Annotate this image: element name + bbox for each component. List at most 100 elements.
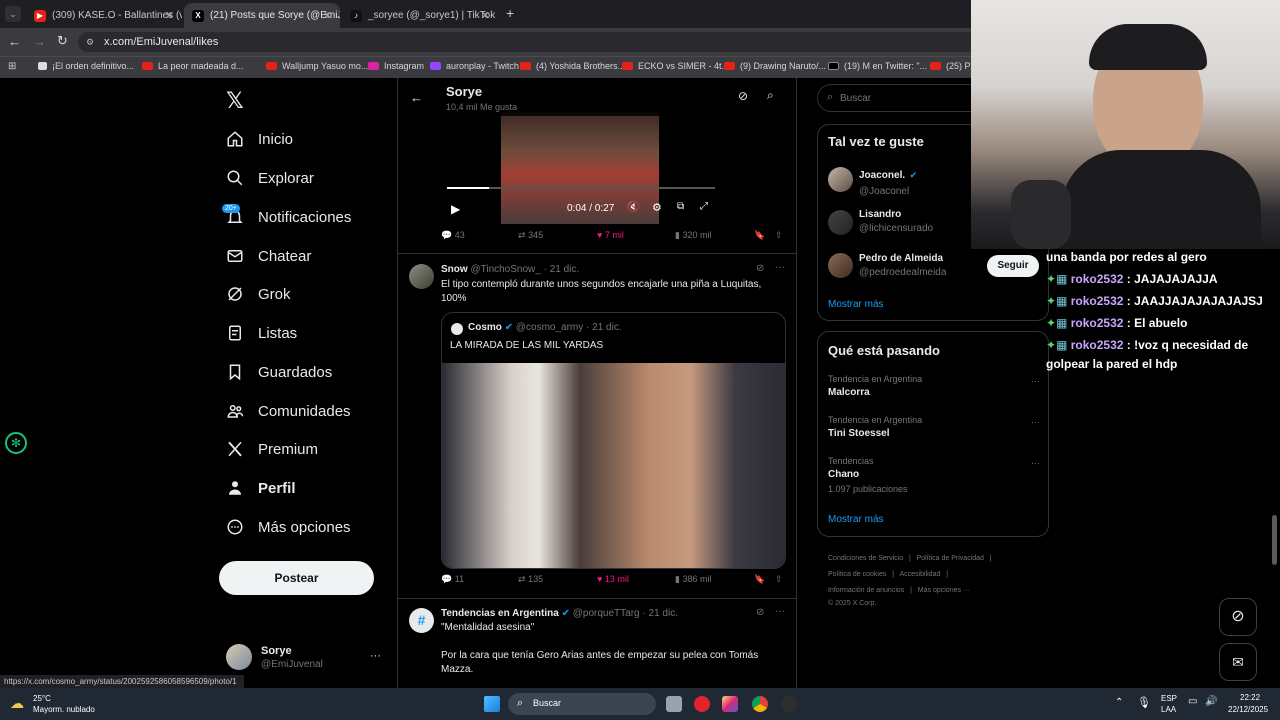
- trend-item[interactable]: Tendencia en Argentina Tini Stoessel ···: [828, 415, 1040, 439]
- more-icon[interactable]: ···: [370, 650, 381, 662]
- suggested-user[interactable]: Pedro de Almeida @pedroedealmeida: [859, 253, 946, 278]
- footer-link[interactable]: Condiciones de Servicio: [828, 555, 903, 562]
- instagram-icon[interactable]: [722, 696, 738, 712]
- reply-button[interactable]: 💬 43: [441, 230, 465, 241]
- bookmark-item[interactable]: La peor madeada d...: [142, 61, 244, 71]
- post-date[interactable]: · 21 dic.: [642, 608, 678, 619]
- tab-tiktok[interactable]: ♪ _soryee (@_sorye1) | TikTok ✕: [342, 3, 498, 28]
- close-tab-icon[interactable]: ✕: [481, 9, 490, 22]
- tab-youtube[interactable]: ▶ (309) KASE.O - Ballantines (vers ✕: [26, 3, 182, 28]
- avatar[interactable]: #: [409, 608, 434, 633]
- show-more-link[interactable]: Mostrar más: [828, 514, 884, 525]
- forward-icon[interactable]: →: [33, 34, 46, 49]
- url-input[interactable]: ⚙ x.com/EmiJuvenal/likes: [78, 32, 978, 52]
- footer-link[interactable]: Política de Privacidad: [917, 555, 984, 562]
- fullscreen-icon[interactable]: ⤢: [700, 201, 708, 212]
- trend-item[interactable]: Tendencias Chano 1.097 publicaciones ···: [828, 456, 1040, 494]
- grok-icon[interactable]: ⊘: [756, 263, 764, 274]
- mute-icon[interactable]: 🔇: [627, 202, 639, 213]
- quoted-post[interactable]: Cosmo ✔ @cosmo_army · 21 dic. LA MIRADA …: [441, 312, 786, 569]
- nav-lists[interactable]: Listas: [226, 318, 297, 348]
- footer-link[interactable]: Más opciones ···: [918, 587, 970, 594]
- nav-more[interactable]: Más opciones: [226, 512, 351, 542]
- nav-home[interactable]: Inicio: [226, 124, 293, 154]
- like-button[interactable]: ♥ 7 mil: [597, 230, 624, 240]
- picture-in-picture-icon[interactable]: ⧉: [677, 201, 684, 212]
- author-name[interactable]: Snow: [441, 264, 468, 275]
- avatar[interactable]: [828, 167, 853, 192]
- avatar[interactable]: [409, 264, 434, 289]
- bookmark-item[interactable]: (19) M en Twitter: "...: [828, 61, 927, 71]
- video-player[interactable]: ▶ 0:04 / 0:27 🔇 ⚙ ⧉ ⤢: [441, 112, 721, 224]
- tray-chevron-icon[interactable]: ⌃: [1115, 697, 1123, 708]
- bookmark-item[interactable]: (9) Drawing Naruto/...: [724, 61, 826, 71]
- more-icon[interactable]: ···: [1031, 458, 1040, 468]
- like-button[interactable]: ♥ 13 mil: [597, 574, 629, 584]
- views-button[interactable]: ▮ 320 mil: [675, 230, 711, 241]
- more-icon[interactable]: ···: [775, 262, 785, 273]
- app-icon[interactable]: [781, 696, 797, 712]
- back-arrow-icon[interactable]: ←: [410, 90, 423, 105]
- avatar[interactable]: [828, 210, 853, 235]
- chatgpt-extension-icon[interactable]: ✻: [5, 432, 27, 454]
- share-icon[interactable]: ⇪: [775, 230, 783, 241]
- search-icon[interactable]: ⌕: [767, 88, 774, 103]
- nav-grok[interactable]: Grok: [226, 279, 291, 309]
- back-icon[interactable]: ←: [8, 34, 21, 49]
- volume-icon[interactable]: 🔊: [1205, 696, 1217, 707]
- grok-icon[interactable]: ⊘: [756, 607, 764, 618]
- suggested-user[interactable]: Joaconel. ✔ @Joaconel: [859, 165, 917, 197]
- language-top[interactable]: ESP: [1161, 694, 1177, 703]
- footer-link[interactable]: Información de anuncios: [828, 587, 904, 594]
- bookmark-item[interactable]: Walljump Yasuo mo...: [266, 61, 368, 71]
- mic-icon[interactable]: 🎙: [1137, 696, 1151, 709]
- bookmark-icon[interactable]: 🔖: [754, 574, 765, 585]
- bookmark-item[interactable]: auronplay - Twitch: [430, 61, 519, 71]
- tab-list-dropdown[interactable]: ⌄: [5, 6, 21, 22]
- post-button[interactable]: Postear: [219, 561, 374, 595]
- settings-icon[interactable]: ⚙: [652, 201, 662, 214]
- author-handle[interactable]: @porqueTTarg: [573, 608, 640, 619]
- footer-link[interactable]: Política de cookies: [828, 571, 886, 578]
- tab-x-posts[interactable]: X (21) Posts que Sorye (@EmiJuve ✕: [184, 3, 340, 28]
- repost-button[interactable]: ⇄ 135: [518, 574, 543, 585]
- nav-communities[interactable]: Comunidades: [226, 396, 351, 426]
- views-button[interactable]: ▮ 386 mil: [675, 574, 711, 585]
- quote-image[interactable]: [442, 363, 785, 568]
- author-handle[interactable]: @TinchoSnow_: [470, 264, 540, 275]
- network-icon[interactable]: ▭: [1188, 696, 1197, 707]
- account-switcher[interactable]: Sorye @EmiJuvenal ···: [222, 640, 392, 676]
- start-icon[interactable]: [484, 696, 500, 712]
- bookmark-item[interactable]: (4) Yoshida Brothers...: [520, 61, 625, 71]
- clock-date[interactable]: 22/12/2025: [1228, 705, 1268, 714]
- apps-icon[interactable]: ⊞: [8, 61, 16, 72]
- taskbar-search[interactable]: ⌕ Buscar: [508, 693, 656, 715]
- close-tab-icon[interactable]: ✕: [323, 9, 332, 22]
- site-info-icon[interactable]: ⚙: [86, 32, 94, 52]
- nav-chat[interactable]: Chatear: [226, 241, 311, 271]
- language-bottom[interactable]: LAA: [1161, 705, 1176, 714]
- more-icon[interactable]: ···: [775, 606, 785, 617]
- more-icon[interactable]: ···: [1031, 417, 1040, 427]
- app-icon[interactable]: [694, 696, 710, 712]
- messages-floating-button[interactable]: ✉: [1219, 643, 1257, 681]
- author-name[interactable]: Tendencias en Argentina: [441, 608, 559, 619]
- nav-bookmarks[interactable]: Guardados: [226, 357, 332, 387]
- nav-notifications[interactable]: Notificaciones 20+: [222, 202, 351, 232]
- new-tab-button[interactable]: +: [506, 5, 514, 21]
- clock-time[interactable]: 22:22: [1240, 693, 1260, 702]
- nav-explore[interactable]: Explorar: [226, 163, 314, 193]
- reload-icon[interactable]: ↻: [57, 33, 68, 49]
- x-logo-icon[interactable]: 𝕏: [226, 88, 244, 114]
- grok-floating-button[interactable]: ⊘: [1219, 598, 1257, 636]
- weather-icon[interactable]: ☁: [10, 695, 24, 712]
- suggested-user[interactable]: Lisandro @lichicensurado: [859, 209, 933, 234]
- bookmark-item[interactable]: Instagram: [368, 61, 424, 71]
- close-tab-icon[interactable]: ✕: [165, 9, 174, 22]
- bookmark-icon[interactable]: 🔖: [754, 230, 765, 241]
- reply-button[interactable]: 💬 11: [441, 574, 464, 585]
- trend-item[interactable]: Tendencia en Argentina Malcorra ···: [828, 374, 1040, 398]
- more-icon[interactable]: ···: [1031, 376, 1040, 386]
- grok-icon[interactable]: ⊘: [738, 89, 748, 103]
- chrome-icon[interactable]: [752, 696, 768, 712]
